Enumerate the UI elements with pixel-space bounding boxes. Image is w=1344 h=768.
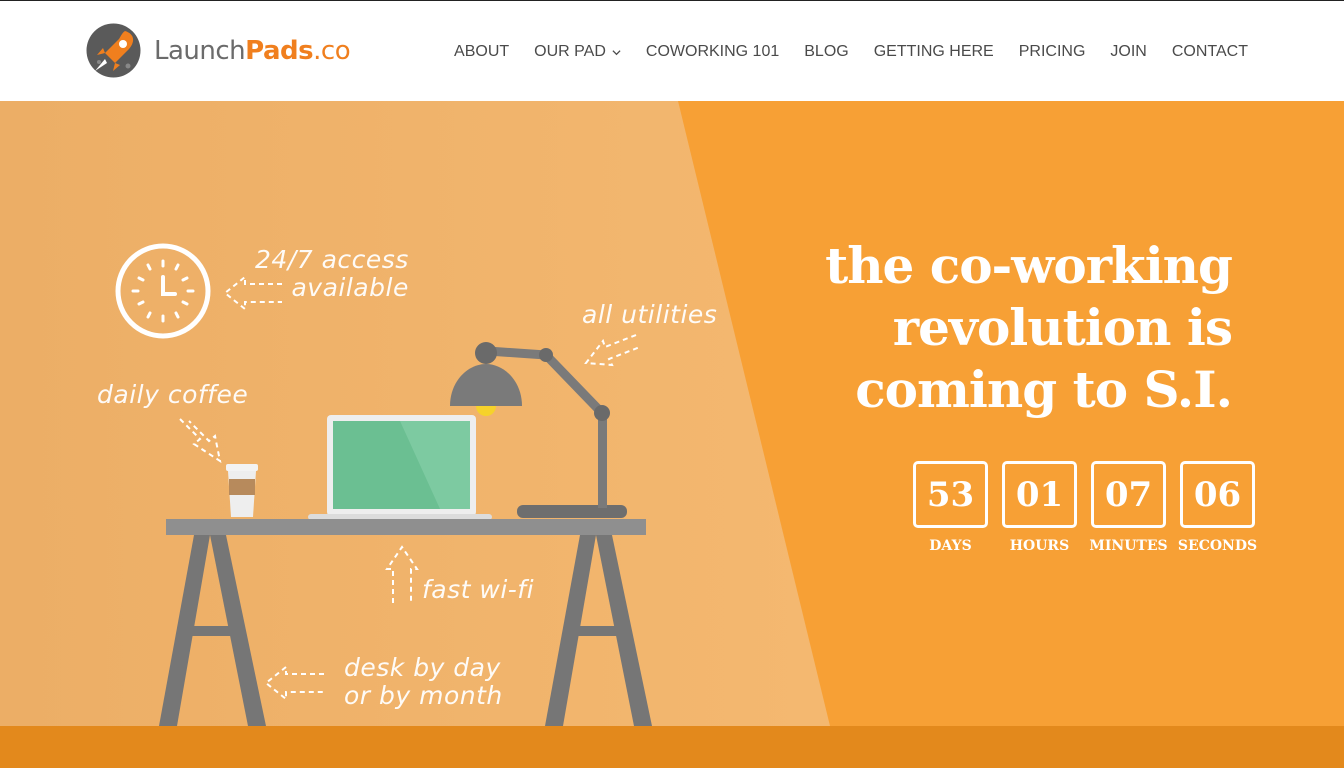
bottom-strip (0, 726, 1344, 768)
logo-text-launch: Launch (154, 35, 246, 66)
nav-item-pricing[interactable]: PRICING (1019, 43, 1086, 61)
note-wifi: fast wi-fi (422, 575, 535, 604)
coffee-cup-icon (226, 464, 258, 517)
nav-label: ABOUT (454, 43, 510, 60)
site-header: LaunchPads.co ABOUT OUR PAD COWORKING 10… (0, 0, 1344, 101)
chevron-down-icon (612, 49, 621, 55)
countdown-label: SECONDS (1177, 538, 1258, 554)
nav-item-coworking-101[interactable]: COWORKING 101 (646, 43, 779, 61)
hero-headline: the co-working revolution is coming to S… (825, 241, 1233, 427)
clock-icon (115, 243, 211, 339)
headline-light-text: the (825, 236, 930, 295)
nav-label: BLOG (804, 43, 849, 60)
countdown-value: 53 (913, 461, 988, 528)
countdown-timer: 53 DAYS 01 HOURS 07 MINUTES 06 SECONDS (913, 461, 1257, 554)
countdown-value: 06 (1180, 461, 1255, 528)
nav-label: COWORKING 101 (645, 43, 780, 60)
headline-line-2: revolution is (892, 298, 1233, 357)
hero-section: 24/7 access available all utilities dail… (0, 101, 1344, 726)
countdown-label: DAYS (929, 538, 972, 554)
note-utilities: all utilities (582, 300, 718, 329)
rocket-logo-icon (86, 23, 141, 78)
note-access-line1: 24/7 access (255, 245, 409, 274)
note-access: 24/7 access available (255, 246, 409, 301)
note-desk: desk by day or by month (344, 654, 503, 709)
nav-label: OUR PAD (534, 43, 606, 60)
nav-item-join[interactable]: JOIN (1110, 43, 1146, 61)
countdown-value: 01 (1002, 461, 1077, 528)
countdown-hours: 01 HOURS (1002, 461, 1077, 554)
nav-item-about[interactable]: ABOUT (454, 43, 509, 61)
note-desk-line2: or by month (344, 680, 503, 710)
logo-wordmark: LaunchPads.co (154, 35, 351, 66)
nav-label: GETTING HERE (873, 43, 994, 60)
nav-item-our-pad[interactable]: OUR PAD (534, 43, 621, 61)
note-desk-line1: desk by day (344, 653, 501, 682)
nav-item-getting-here[interactable]: GETTING HERE (874, 43, 994, 61)
headline-line-1: the co-working (825, 241, 1233, 303)
note-coffee: daily coffee (97, 380, 249, 409)
countdown-value: 07 (1091, 461, 1166, 528)
note-access-line2: available (291, 272, 409, 302)
nav-item-blog[interactable]: BLOG (804, 43, 848, 61)
countdown-seconds: 06 SECONDS (1178, 461, 1257, 554)
countdown-minutes: 07 MINUTES (1089, 461, 1168, 554)
countdown-days: 53 DAYS (913, 461, 988, 554)
logo-text-co: .co (313, 35, 351, 66)
logo-text-pads: Pads (245, 35, 314, 66)
site-logo[interactable]: LaunchPads.co (85, 22, 351, 79)
countdown-label: MINUTES (1089, 538, 1168, 554)
headline-line-3: coming to S.I. (855, 360, 1233, 419)
nav-label: CONTACT (1171, 43, 1248, 60)
countdown-label: HOURS (1009, 538, 1070, 554)
laptop-icon (308, 415, 492, 520)
main-nav: ABOUT OUR PAD COWORKING 101 BLOG GETTING… (454, 43, 1248, 61)
nav-label: PRICING (1018, 43, 1086, 60)
nav-item-contact[interactable]: CONTACT (1172, 43, 1248, 61)
nav-label: JOIN (1110, 43, 1147, 60)
headline-bold-text: co-working (929, 236, 1233, 295)
